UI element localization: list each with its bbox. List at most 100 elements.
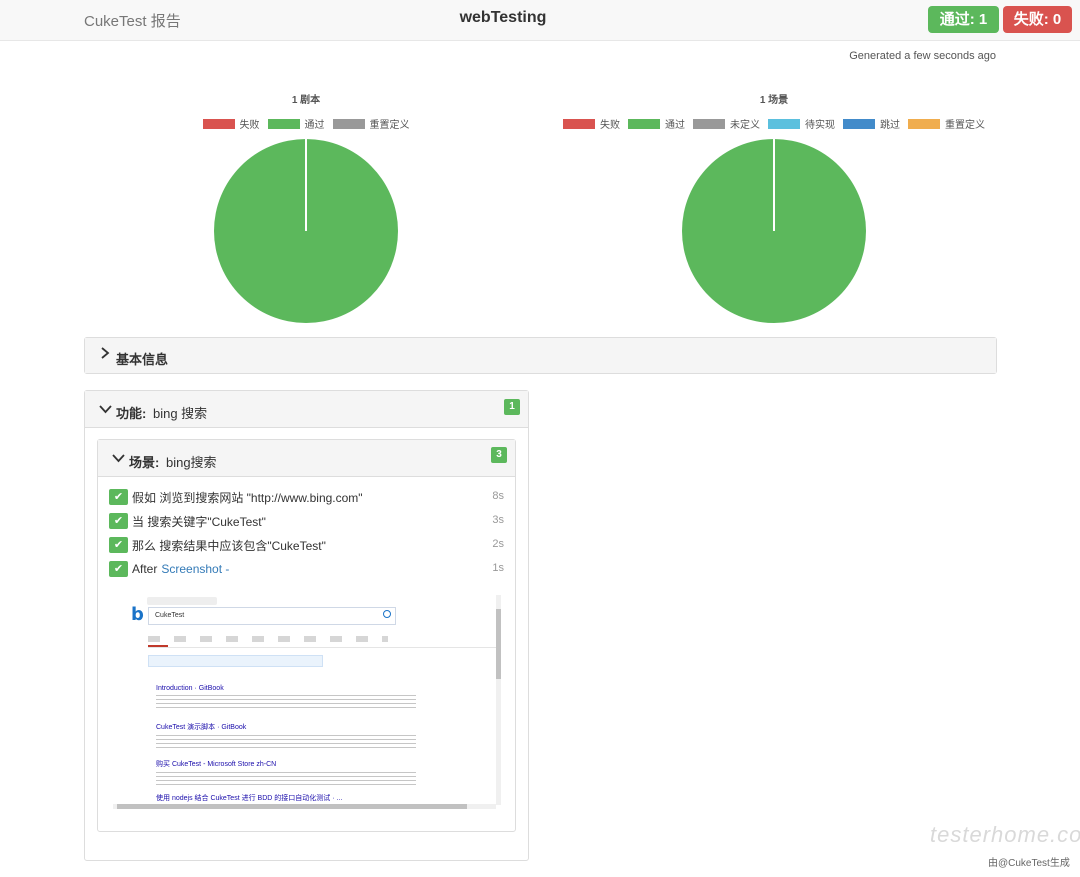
scrollbar-thumb[interactable] — [496, 609, 501, 679]
scenario-label: 场景: — [129, 455, 160, 470]
screenshot-result: 购买 CukeTest - Microsoft Store zh-CN — [156, 759, 416, 786]
legend-item[interactable]: 跳过 — [843, 116, 900, 131]
legend-swatch — [563, 118, 595, 129]
scenario-heading[interactable]: 场景: bing搜索 3 — [98, 440, 515, 477]
legend-item[interactable]: 失败 — [563, 116, 620, 131]
basic-info-panel[interactable]: 基本信息 — [84, 337, 997, 374]
result-title: 购买 CukeTest - Microsoft Store zh-CN — [156, 761, 277, 768]
check-icon: ✔ — [109, 489, 128, 505]
legend-label: 跳过 — [880, 120, 900, 131]
generated-timestamp: Generated a few seconds ago — [849, 50, 996, 62]
after-step-row: ✔ After Screenshot - 1s — [109, 560, 504, 578]
check-icon: ✔ — [109, 513, 128, 529]
screenshot-result: 使用 nodejs 结合 CukeTest 进行 BDD 的接口自动化测试 · … — [156, 793, 436, 803]
legend-item[interactable]: 重置定义 — [332, 116, 410, 131]
chevron-right-icon — [100, 347, 110, 362]
scrollbar-thumb[interactable] — [117, 804, 467, 809]
chart-legend: 失败 通过 未定义 待实现 跳过 重置定义 — [554, 116, 994, 131]
generated-by-footer: 由@CukeTest生成 — [988, 858, 1070, 869]
step-text: 那么 搜索结果中应该包含"CukeTest" — [132, 538, 326, 553]
project-title: webTesting — [459, 9, 547, 26]
scenario-name: bing搜索 — [165, 455, 217, 470]
legend-swatch — [843, 118, 875, 129]
chevron-down-icon — [99, 402, 112, 417]
screenshot-notice — [148, 655, 323, 667]
step-duration: 2s — [492, 538, 504, 550]
result-title: 使用 nodejs 结合 CukeTest 进行 BDD 的接口自动化测试 · … — [156, 795, 343, 802]
scenario-count-badge: 3 — [491, 447, 507, 463]
chart-legend: 失败 通过 重置定义 — [86, 116, 526, 131]
legend-label: 重置定义 — [945, 120, 985, 131]
result-snippet — [156, 735, 416, 749]
step-duration: 1s — [492, 562, 504, 574]
screenshot-search-value: CukeTest — [155, 612, 185, 619]
chevron-down-icon — [112, 451, 125, 466]
step-row: ✔ 当 搜索关键字"CukeTest" 3s — [109, 512, 504, 530]
pie-chart — [682, 139, 866, 323]
legend-item[interactable]: 通过 — [628, 116, 685, 131]
legend-swatch — [202, 118, 235, 129]
legend-label: 失败 — [600, 120, 620, 131]
legend-swatch — [267, 118, 300, 129]
basic-info-heading[interactable]: 基本信息 — [85, 338, 996, 373]
features-chart: 1 剧本 失败 通过 重置定义 — [86, 88, 526, 328]
legend-item[interactable]: 待实现 — [768, 116, 835, 131]
screenshot-result: Introduction · GitBook — [156, 685, 416, 709]
legend-item[interactable]: 通过 — [267, 116, 325, 131]
step-duration: 3s — [492, 514, 504, 526]
scenarios-chart: 1 场景 失败 通过 未定义 待实现 跳过 重置定义 — [554, 88, 994, 328]
chart-title: 1 场景 — [759, 95, 789, 106]
step-text: 当 搜索关键字"CukeTest" — [132, 514, 266, 529]
embedded-screenshot[interactable]: b CukeTest Introduction · GitBook CukeTe… — [111, 593, 505, 811]
legend-swatch — [908, 118, 940, 129]
feature-heading[interactable]: 功能: bing 搜索 1 — [85, 391, 528, 428]
legend-label: 通过 — [304, 120, 325, 131]
feature-title: 功能: bing 搜索 — [116, 403, 207, 422]
result-snippet — [156, 772, 416, 786]
chart-title: 1 剧本 — [291, 95, 321, 106]
step-row: ✔ 假如 浏览到搜索网站 "http://www.bing.com" 8s — [109, 488, 504, 506]
screenshot-vertical-scrollbar[interactable] — [496, 595, 501, 805]
scenario-title: 场景: bing搜索 — [129, 452, 217, 471]
screenshot-nav — [148, 636, 388, 642]
step-text: 假如 浏览到搜索网站 "http://www.bing.com" — [132, 490, 363, 505]
screenshot-link[interactable]: Screenshot - — [161, 562, 229, 576]
legend-label: 重置定义 — [369, 120, 410, 131]
result-title: Introduction · GitBook — [156, 685, 224, 692]
legend-label: 未定义 — [730, 120, 760, 131]
result-snippet — [156, 695, 416, 709]
step-duration: 8s — [492, 490, 504, 502]
feature-name: bing 搜索 — [152, 406, 208, 421]
screenshot-horizontal-scrollbar[interactable] — [113, 804, 496, 809]
pie-chart — [214, 139, 398, 323]
check-icon: ✔ — [109, 537, 128, 553]
check-icon: ✔ — [109, 561, 128, 577]
feature-label: 功能: — [116, 406, 147, 421]
after-label: After — [132, 562, 158, 576]
search-icon — [383, 610, 391, 618]
watermark: testerhome.com — [930, 822, 1080, 847]
screenshot-nav-rule — [148, 647, 498, 648]
legend-swatch — [332, 118, 365, 129]
legend-item[interactable]: 未定义 — [693, 116, 760, 131]
legend-swatch — [768, 118, 800, 129]
legend-label: 待实现 — [805, 120, 835, 131]
legend-item[interactable]: 失败 — [202, 116, 260, 131]
feature-panel: 功能: bing 搜索 1 场景: bing搜索 3 ✔ 假如 浏览到搜索网站 … — [84, 390, 529, 861]
passed-badge[interactable]: 通过: 1 — [928, 6, 999, 33]
screenshot-search-box: CukeTest — [148, 607, 396, 625]
failed-badge[interactable]: 失败: 0 — [1003, 6, 1072, 33]
legend-label: 失败 — [239, 120, 260, 131]
bing-logo-icon: b — [131, 604, 144, 625]
legend-swatch — [628, 118, 660, 129]
scenario-panel: 场景: bing搜索 3 ✔ 假如 浏览到搜索网站 "http://www.bi… — [97, 439, 516, 832]
screenshot-result: CukeTest 演示脚本 · GitBook — [156, 722, 416, 749]
legend-swatch — [693, 118, 725, 129]
step-row: ✔ 那么 搜索结果中应该包含"CukeTest" 2s — [109, 536, 504, 554]
navbar: CukeTest 报告 webTesting 通过: 1 失败: 0 — [0, 0, 1080, 41]
screenshot-tab-bar — [147, 597, 217, 605]
result-title: CukeTest 演示脚本 · GitBook — [156, 724, 247, 731]
legend-label: 通过 — [665, 120, 685, 131]
basic-info-label: 基本信息 — [116, 352, 169, 367]
legend-item[interactable]: 重置定义 — [908, 116, 985, 131]
